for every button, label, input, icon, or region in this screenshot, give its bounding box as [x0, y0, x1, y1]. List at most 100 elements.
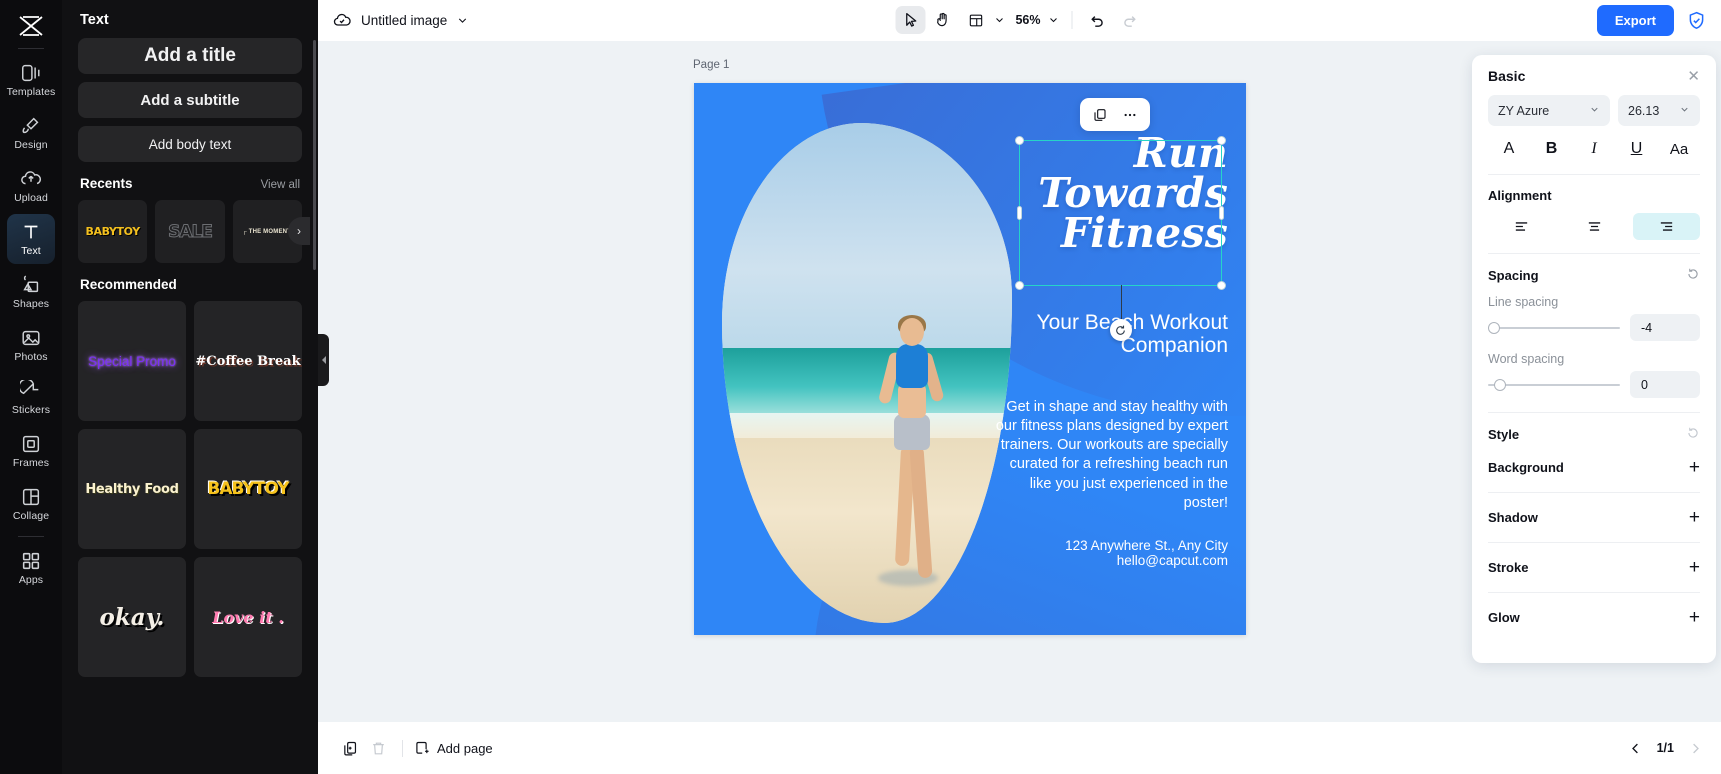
style-row-shadow[interactable]: Shadow +	[1488, 493, 1700, 542]
sidebar-item-apps[interactable]: Apps	[7, 543, 55, 593]
word-spacing-input[interactable]: 0	[1630, 371, 1700, 398]
cursor-select-tool[interactable]	[895, 6, 925, 34]
sidebar-label-upload: Upload	[14, 192, 48, 204]
sidebar-item-design[interactable]: Design	[7, 108, 55, 158]
style-row-stroke[interactable]: Stroke +	[1488, 543, 1700, 592]
capcut-logo-icon[interactable]	[11, 10, 51, 44]
layout-tool-group[interactable]	[959, 6, 1007, 34]
text-color-button[interactable]: A	[1492, 136, 1526, 162]
resize-handle-middle-right[interactable]	[1219, 206, 1224, 220]
add-subtitle-button[interactable]: Add a subtitle	[78, 82, 302, 118]
recommended-item[interactable]: Healthy Food	[78, 429, 186, 549]
resize-handle-middle-left[interactable]	[1017, 206, 1022, 220]
redo-icon	[1123, 16, 1136, 27]
sidebar-label-design: Design	[14, 139, 48, 151]
slider-knob[interactable]	[1494, 378, 1506, 391]
add-page-button[interactable]: Add page	[413, 740, 493, 757]
sidebar-label-text: Text	[21, 245, 41, 257]
recents-row: BABYTOY SALE ┌ THE MOMENT. ›	[78, 200, 310, 263]
beach-photo-blob[interactable]	[722, 123, 1012, 623]
add-stroke-icon[interactable]: +	[1689, 558, 1700, 577]
add-glow-icon[interactable]: +	[1689, 608, 1700, 627]
recents-label: Recents	[80, 176, 133, 191]
text-case-button[interactable]: Aa	[1662, 136, 1696, 162]
collage-icon	[22, 488, 40, 506]
text-selection-box[interactable]	[1015, 136, 1226, 341]
panel-collapse-handle[interactable]	[318, 334, 329, 386]
recommended-item[interactable]: Love it .	[194, 557, 302, 677]
hand-pan-tool[interactable]	[927, 6, 957, 34]
sidebar-item-upload[interactable]: Upload	[7, 161, 55, 211]
word-spacing-slider[interactable]	[1488, 377, 1620, 393]
zoom-control[interactable]: 56%	[1009, 13, 1061, 27]
poster-contact[interactable]: 123 Anywhere St., Any City hello@capcut.…	[984, 538, 1228, 569]
document-name-menu[interactable]: Untitled image	[332, 10, 469, 30]
font-family-select[interactable]: ZY Azure	[1488, 95, 1610, 126]
chevron-right-icon[interactable]	[1688, 741, 1703, 756]
delete-page-button[interactable]	[364, 734, 392, 762]
line-spacing-input[interactable]: -4	[1630, 314, 1700, 341]
style-section: Style Background + Shadow + Stroke + Glo…	[1488, 413, 1700, 642]
recents-next-arrow-icon[interactable]: ›	[288, 217, 310, 245]
underline-button[interactable]: U	[1620, 136, 1654, 162]
add-background-icon[interactable]: +	[1689, 458, 1700, 477]
align-right-icon	[1661, 222, 1673, 231]
italic-button[interactable]: I	[1577, 136, 1611, 162]
sidebar-item-stickers[interactable]: Stickers	[7, 373, 55, 423]
add-title-button[interactable]: Add a title	[78, 38, 302, 74]
duplicate-page-button[interactable]	[336, 734, 364, 762]
recommended-item[interactable]: Special Promo	[78, 301, 186, 421]
duplicate-button[interactable]	[1086, 102, 1114, 128]
recommended-item[interactable]: #Coffee Break	[194, 301, 302, 421]
chevron-left-icon	[321, 356, 326, 364]
frames-icon	[22, 435, 40, 453]
align-left-button[interactable]	[1488, 213, 1555, 240]
recent-item[interactable]: SALE	[155, 200, 225, 263]
selection-floating-toolbar	[1080, 98, 1150, 131]
add-body-text-button[interactable]: Add body text	[78, 126, 302, 162]
export-button[interactable]: Export	[1596, 4, 1674, 36]
style-row-background[interactable]: Background +	[1488, 443, 1700, 492]
rotate-handle[interactable]	[1109, 319, 1132, 341]
resize-handle-bottom-right[interactable]	[1217, 281, 1226, 290]
font-size-select[interactable]: 26.13	[1618, 95, 1700, 126]
sidebar-item-shapes[interactable]: Shapes	[7, 267, 55, 317]
resize-handle-top-right[interactable]	[1217, 136, 1226, 145]
layout-grid-tool[interactable]	[961, 6, 991, 34]
redo-button[interactable]	[1114, 6, 1144, 34]
resize-handle-bottom-left[interactable]	[1015, 281, 1024, 290]
sidebar-item-photos[interactable]: Photos	[7, 320, 55, 370]
chevron-left-icon[interactable]	[1628, 741, 1643, 756]
word-spacing-label: Word spacing	[1488, 352, 1565, 366]
alignment-options	[1488, 203, 1701, 253]
panel-scrollbar[interactable]	[313, 40, 316, 270]
spacing-reset-icon[interactable]	[1686, 267, 1700, 284]
sidebar-item-text[interactable]: Text	[7, 214, 55, 264]
recents-view-all-link[interactable]: View all	[261, 179, 300, 191]
top-right-actions: Export	[1596, 4, 1707, 36]
undo-button[interactable]	[1082, 6, 1112, 34]
recent-item[interactable]: BABYTOY	[78, 200, 148, 263]
recommended-item[interactable]: BABYTOY	[194, 429, 302, 549]
slider-knob[interactable]	[1488, 321, 1500, 334]
poster-body-text[interactable]: Get in shape and stay healthy with our f…	[984, 398, 1228, 513]
resize-handle-top-left[interactable]	[1015, 136, 1024, 145]
bold-button[interactable]: B	[1535, 136, 1569, 162]
align-right-button[interactable]	[1633, 213, 1701, 240]
text-icon	[24, 225, 38, 239]
sidebar-item-collage[interactable]: Collage	[7, 479, 55, 529]
add-page-label: Add page	[437, 740, 493, 756]
sidebar-item-frames[interactable]: Frames	[7, 426, 55, 476]
undo-icon	[1090, 16, 1103, 27]
line-spacing-slider[interactable]	[1488, 320, 1620, 336]
close-icon[interactable]: ✕	[1687, 69, 1700, 84]
more-options-button[interactable]	[1116, 102, 1144, 128]
shield-icon[interactable]	[1686, 10, 1707, 31]
recommended-item[interactable]: okay.	[78, 557, 186, 677]
underline-label: U	[1630, 140, 1643, 157]
add-shadow-icon[interactable]: +	[1689, 508, 1700, 527]
align-center-button[interactable]	[1561, 213, 1628, 240]
style-reset-icon[interactable]	[1686, 426, 1700, 443]
style-row-glow[interactable]: Glow +	[1488, 593, 1700, 642]
sidebar-item-templates[interactable]: Templates	[7, 55, 55, 105]
